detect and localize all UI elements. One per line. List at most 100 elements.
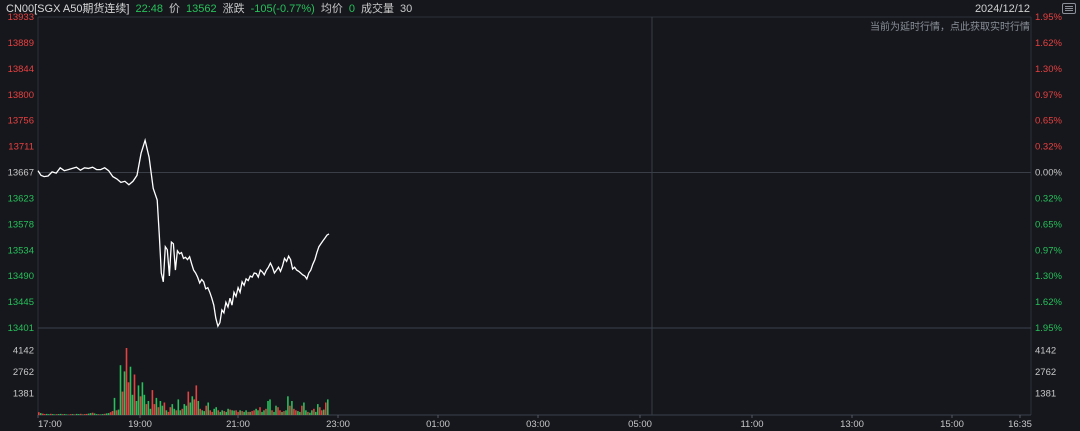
volume-bar	[99, 414, 102, 415]
volume-bar	[77, 414, 80, 415]
volume-bar	[153, 404, 156, 415]
volume-bar	[59, 413, 62, 415]
volume-bar	[223, 411, 225, 415]
volume-bar	[251, 411, 253, 415]
volume-bar	[179, 410, 182, 415]
y-tick-left: 13534	[8, 245, 34, 256]
volume-bar	[185, 405, 188, 415]
y-tick-right: 0.00%	[1035, 168, 1062, 179]
volume-bar	[261, 411, 263, 415]
volume-bar	[327, 399, 329, 415]
volume-bar	[71, 414, 74, 415]
volume-tick-left: 4142	[13, 346, 34, 357]
volume-bar	[191, 396, 194, 415]
y-tick-right: 0.65%	[1035, 116, 1062, 127]
y-tick-left: 13844	[8, 64, 34, 75]
volume-bar	[137, 385, 140, 415]
volume-bar	[303, 402, 305, 415]
intraday-chart: 13933 1.95% 13889 1.62% 13844 1.30% 13800 0.97%…	[8, 12, 1063, 430]
volume-bar	[105, 413, 108, 415]
x-tick-label: 17:00	[38, 419, 62, 430]
y-tick-left: 13623	[8, 193, 34, 204]
volume-bar	[46, 413, 48, 415]
volume-bar	[305, 410, 307, 415]
volume-bar	[221, 410, 223, 415]
volume-bar	[201, 410, 203, 415]
volume-bar	[103, 413, 106, 415]
volume-bar	[293, 408, 295, 415]
volume-bar	[81, 414, 84, 415]
volume-bar	[199, 408, 201, 415]
x-tick-label: 16:35	[1008, 419, 1032, 430]
volume-bar	[253, 410, 255, 415]
y-tick-left: 13445	[8, 297, 34, 308]
y-tick-right: 0.32%	[1035, 193, 1062, 204]
volume-bar	[169, 407, 172, 415]
volume-bar	[215, 407, 217, 415]
y-tick-left: 13889	[8, 38, 34, 49]
volume-bar	[275, 405, 277, 415]
x-tick-label: 05:00	[628, 419, 652, 430]
volume-bar	[53, 414, 56, 415]
volume-bar	[247, 411, 249, 415]
volume-bar	[219, 411, 221, 415]
volume-bar	[97, 414, 100, 415]
volume-bar	[157, 407, 160, 415]
volume-bar	[87, 413, 90, 415]
volume-bar	[273, 411, 275, 415]
volume-bar	[233, 410, 235, 415]
y-tick-left: 13800	[8, 90, 34, 101]
volume-bar	[277, 407, 279, 415]
volume-bar	[239, 410, 241, 415]
volume-bar	[211, 411, 213, 415]
volume-bar	[143, 394, 146, 415]
volume-bar	[297, 411, 299, 415]
y-tick-right: 1.30%	[1035, 64, 1062, 75]
volume-bar	[89, 413, 92, 415]
volume-bar	[57, 414, 60, 415]
volume-bar	[325, 402, 327, 415]
volume-bar	[163, 402, 166, 415]
volume-bar	[307, 411, 309, 415]
volume-bar	[155, 397, 158, 415]
volume-bar	[231, 410, 233, 415]
volume-bar	[119, 365, 122, 415]
volume-tick-right: 2762	[1035, 367, 1056, 378]
x-tick-label: 19:00	[128, 419, 152, 430]
volume-bar	[113, 397, 116, 415]
volume-bar	[145, 404, 148, 415]
volume-bar	[265, 408, 267, 415]
volume-bar	[117, 409, 120, 415]
volume-bar	[269, 399, 271, 415]
volume-bar	[321, 410, 323, 415]
volume-bar	[129, 366, 132, 415]
y-tick-right: 1.95%	[1035, 323, 1062, 334]
y-tick-left: 13578	[8, 219, 34, 230]
volume-bar	[249, 411, 251, 415]
volume-bar	[237, 411, 239, 415]
volume-bar	[183, 404, 186, 415]
volume-bar	[289, 405, 291, 415]
volume-bar	[299, 411, 301, 415]
volume-bar	[121, 391, 124, 415]
volume-bar	[177, 399, 180, 415]
volume-bar	[311, 410, 313, 415]
volume-bar	[48, 414, 50, 415]
volume-bar	[159, 401, 162, 415]
volume-bar	[283, 411, 285, 415]
volume-bar	[165, 410, 168, 415]
volume-bar	[115, 410, 118, 415]
volume-bar	[65, 414, 68, 415]
volume-bar	[309, 412, 311, 415]
volume-bar	[95, 414, 98, 415]
volume-bar	[139, 396, 142, 415]
volume-bar	[243, 411, 245, 415]
price-line	[37, 137, 330, 328]
y-tick-left: 13667	[8, 168, 34, 179]
y-tick-right: 1.62%	[1035, 297, 1062, 308]
x-tick-label: 21:00	[226, 419, 250, 430]
volume-bar	[203, 411, 205, 415]
volume-bar	[187, 391, 190, 415]
volume-bar	[229, 409, 231, 415]
volume-bar	[171, 404, 174, 415]
